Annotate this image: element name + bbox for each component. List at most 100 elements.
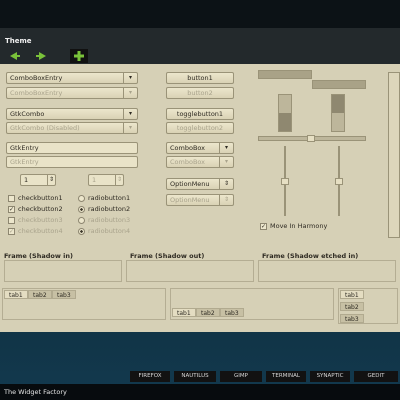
- task-nautilus[interactable]: NAUTILUS: [174, 371, 216, 382]
- move-in-harmony-label: Move In Harmony: [270, 222, 328, 230]
- checkbox-box[interactable]: [8, 194, 15, 202]
- tab-2[interactable]: tab2: [28, 290, 52, 299]
- forward-button[interactable]: [34, 49, 48, 63]
- spinbutton-1-value: 1: [24, 176, 29, 184]
- gtkentry-1[interactable]: GtkEntry: [6, 142, 138, 154]
- radio-circle[interactable]: [78, 205, 85, 213]
- optionmenu-2-text: OptionMenu: [170, 196, 210, 204]
- move-in-harmony-check[interactable]: ✓ Move In Harmony: [260, 222, 327, 230]
- chevron-down-icon[interactable]: ▾: [123, 73, 137, 83]
- hscale[interactable]: [258, 135, 366, 142]
- radiobutton-2-label: radiobutton2: [88, 205, 131, 213]
- comboboxentry-1-text: ComboBoxEntry: [10, 74, 63, 82]
- chevron-down-icon[interactable]: ▾: [219, 143, 233, 153]
- progressbar-vertical-1: [278, 94, 292, 132]
- task-synaptic[interactable]: SYNAPTIC: [310, 371, 350, 382]
- frame-shadow-out-label: Frame (Shadow out): [130, 252, 205, 260]
- frame-shadow-out: [126, 260, 254, 282]
- optionmenu-1[interactable]: OptionMenu ⇕: [166, 178, 234, 190]
- optionmenu-2: OptionMenu ⇕: [166, 194, 234, 206]
- tab-3[interactable]: tab3: [52, 290, 76, 299]
- desktop-top-panel: [0, 0, 400, 28]
- tab-1[interactable]: tab1: [172, 308, 196, 317]
- arrow-right-icon: [36, 52, 46, 60]
- tab-3[interactable]: tab3: [220, 308, 244, 317]
- frame-shadow-etched-label: Frame (Shadow etched in): [262, 252, 359, 260]
- hscale-slider-handle[interactable]: [307, 135, 315, 142]
- checkbutton-3-label: checkbutton3: [18, 216, 63, 224]
- statusbar-label: The Widget Factory: [4, 388, 67, 396]
- statusbar: The Widget Factory: [0, 384, 400, 400]
- scrolled-window-edge[interactable]: [388, 72, 400, 238]
- task-gimp[interactable]: GIMP: [220, 371, 262, 382]
- spin-arrows-icon: ⇕: [115, 175, 123, 185]
- radio-circle: [78, 227, 85, 235]
- checkbutton-3: checkbutton3: [8, 216, 63, 224]
- progressbar-vertical-2: [331, 94, 345, 132]
- checkbutton-2[interactable]: ✓ checkbutton2: [8, 205, 63, 213]
- comboboxentry-2: ComboBoxEntry ▾: [6, 87, 138, 99]
- radiobutton-4: radiobutton4: [78, 227, 130, 235]
- widget-area: ComboBoxEntry ▾ ComboBoxEntry ▾ GtkCombo…: [0, 64, 400, 332]
- radiobutton-1-label: radiobutton1: [88, 194, 131, 202]
- progressbar-horizontal-1: [258, 70, 312, 79]
- frame-shadow-etched: [258, 260, 396, 282]
- tab-1[interactable]: tab1: [340, 290, 364, 299]
- vscale-1-handle[interactable]: [281, 178, 289, 185]
- tab-2[interactable]: tab2: [340, 302, 364, 311]
- comboboxentry-2-text: ComboBoxEntry: [10, 89, 63, 97]
- progressbar-horizontal-2: [312, 80, 366, 89]
- toolbar: [0, 48, 400, 64]
- radiobutton-4-label: radiobutton4: [88, 227, 131, 235]
- spinbutton-1[interactable]: 1 ⇕: [20, 174, 56, 186]
- combobox-2-text: ComboBox: [170, 158, 206, 166]
- tab-3[interactable]: tab3: [340, 314, 364, 323]
- radio-circle[interactable]: [78, 194, 85, 202]
- task-gedit[interactable]: GEDIT: [354, 371, 398, 382]
- window-titlebar: Theme: [0, 28, 400, 48]
- combobox-1[interactable]: ComboBox ▾: [166, 142, 234, 154]
- checkbox-box: [8, 216, 15, 224]
- vscale-1[interactable]: [281, 146, 289, 216]
- checkbox-box[interactable]: ✓: [8, 205, 15, 213]
- add-button[interactable]: [70, 49, 88, 63]
- togglebutton-1[interactable]: togglebutton1: [166, 108, 234, 120]
- checkbutton-4-label: checkbutton4: [18, 227, 63, 235]
- button-1[interactable]: button1: [166, 72, 234, 84]
- spinbutton-2: 1 ⇕: [88, 174, 124, 186]
- chevron-down-icon: ▾: [219, 157, 233, 167]
- tab-1[interactable]: tab1: [4, 290, 28, 299]
- task-firefox[interactable]: FIREFOX: [130, 371, 170, 382]
- task-terminal[interactable]: TERMINAL: [266, 371, 306, 382]
- gtkcombo-disabled-text: GtkCombo (Disabled): [10, 124, 80, 132]
- checkbox-box: ✓: [8, 227, 15, 235]
- spin-arrows-icon[interactable]: ⇕: [47, 175, 55, 185]
- radio-circle: [78, 216, 85, 224]
- updown-arrows-icon: ⇕: [219, 195, 233, 205]
- checkbutton-1[interactable]: checkbutton1: [8, 194, 63, 202]
- checkbutton-2-label: checkbutton2: [18, 205, 63, 213]
- window-title: Theme: [5, 37, 32, 45]
- radiobutton-1[interactable]: radiobutton1: [78, 194, 130, 202]
- combobox-2: ComboBox ▾: [166, 156, 234, 168]
- spinbutton-2-value: 1: [92, 176, 97, 184]
- tab-2[interactable]: tab2: [196, 308, 220, 317]
- taskbar: FIREFOX NAUTILUS GIMP TERMINAL SYNAPTIC …: [0, 368, 400, 384]
- back-button[interactable]: [8, 49, 22, 63]
- updown-arrows-icon[interactable]: ⇕: [219, 179, 233, 189]
- plus-icon: [74, 51, 84, 61]
- chevron-down-icon: ▾: [123, 123, 137, 133]
- combobox-1-text: ComboBox: [170, 144, 206, 152]
- vscale-2[interactable]: [335, 146, 343, 216]
- togglebutton-2: togglebutton2: [166, 122, 234, 134]
- vscale-2-handle[interactable]: [335, 178, 343, 185]
- gtkcombo[interactable]: GtkCombo ▾: [6, 108, 138, 120]
- chevron-down-icon: ▾: [123, 88, 137, 98]
- radiobutton-2[interactable]: radiobutton2: [78, 205, 130, 213]
- checkbox-box[interactable]: ✓: [260, 222, 267, 230]
- comboboxentry-1[interactable]: ComboBoxEntry ▾: [6, 72, 138, 84]
- button-2: button2: [166, 87, 234, 99]
- chevron-down-icon[interactable]: ▾: [123, 109, 137, 119]
- radiobutton-3-label: radiobutton3: [88, 216, 131, 224]
- frame-shadow-in-label: Frame (Shadow in): [4, 252, 73, 260]
